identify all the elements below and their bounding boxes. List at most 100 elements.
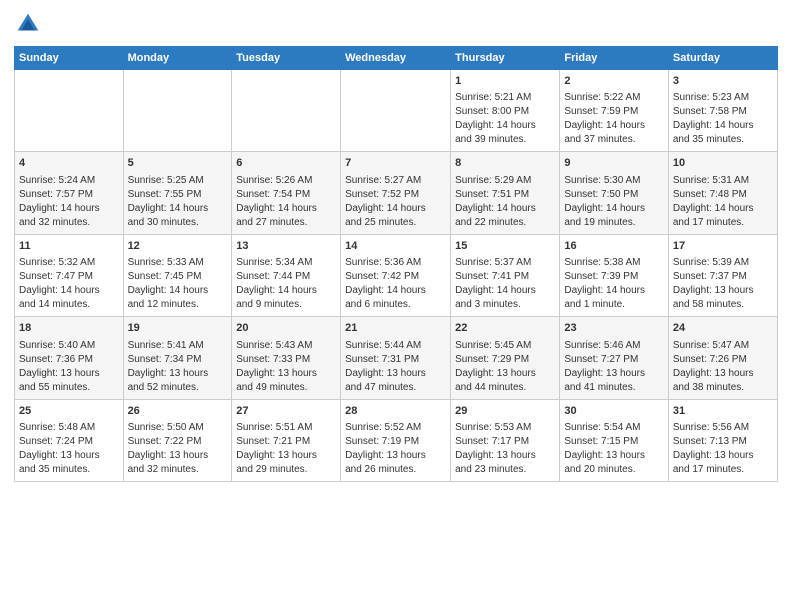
day-info-line: Sunset: 7:52 PM [345,188,446,202]
day-number: 19 [128,321,228,336]
day-number: 11 [19,239,119,254]
day-info-line: Sunset: 7:17 PM [455,435,555,449]
day-number: 25 [19,404,119,419]
day-info-line: Sunset: 7:33 PM [236,353,336,367]
day-cell: 2 Sunrise: 5:22 AMSunset: 7:59 PMDaylight… [560,70,669,152]
day-info-line: Sunrise: 5:29 AM [455,174,555,188]
day-info-line: Sunrise: 5:51 AM [236,421,336,435]
week-row-4: 18Sunrise: 5:40 AMSunset: 7:36 PMDayligh… [15,317,778,399]
day-cell: 26Sunrise: 5:50 AMSunset: 7:22 PMDayligh… [123,399,232,481]
day-info-line: Sunrise: 5:23 AM [673,91,773,105]
header-row: SundayMondayTuesdayWednesdayThursdayFrid… [15,47,778,70]
day-info-line: Sunset: 7:31 PM [345,353,446,367]
day-info-line: Daylight: 14 hours [345,284,446,298]
day-number: 10 [673,156,773,171]
day-cell: 16Sunrise: 5:38 AMSunset: 7:39 PMDayligh… [560,234,669,316]
day-number: 14 [345,239,446,254]
day-info-line: Sunset: 7:26 PM [673,353,773,367]
logo-icon [14,10,42,38]
day-cell: 3Sunrise: 5:23 AMSunset: 7:58 PMDaylight… [668,70,777,152]
day-info-line: Sunset: 7:27 PM [564,353,664,367]
day-info-line: and 12 minutes. [128,298,228,312]
header-cell-monday: Monday [123,47,232,70]
day-info-line: Sunset: 7:54 PM [236,188,336,202]
day-number: 15 [455,239,555,254]
day-info-line: and 23 minutes. [455,463,555,477]
day-info-line: Sunrise: 5:39 AM [673,256,773,270]
day-info-line: Sunset: 7:55 PM [128,188,228,202]
day-info-line: and 17 minutes. [673,463,773,477]
day-number: 7 [345,156,446,171]
day-cell: 10Sunrise: 5:31 AMSunset: 7:48 PMDayligh… [668,152,777,234]
day-info-line: Daylight: 13 hours [673,367,773,381]
day-info-line: Sunset: 7:44 PM [236,270,336,284]
day-info-line: and 41 minutes. [564,381,664,395]
day-cell: 9Sunrise: 5:30 AMSunset: 7:50 PMDaylight… [560,152,669,234]
day-info-line: Daylight: 14 hours [455,119,555,133]
day-cell: 27Sunrise: 5:51 AMSunset: 7:21 PMDayligh… [232,399,341,481]
day-info-line: Sunrise: 5:26 AM [236,174,336,188]
day-cell: 8Sunrise: 5:29 AMSunset: 7:51 PMDaylight… [451,152,560,234]
day-number: 1 [455,74,555,89]
day-number: 3 [673,74,773,89]
day-info-line: Daylight: 13 hours [455,449,555,463]
day-number: 22 [455,321,555,336]
day-info-line: Sunrise: 5:48 AM [19,421,119,435]
day-info-line: and 29 minutes. [236,463,336,477]
day-info-line: Daylight: 14 hours [236,202,336,216]
day-cell [341,70,451,152]
day-number: 13 [236,239,336,254]
day-info-line: Sunset: 7:15 PM [564,435,664,449]
day-info-line: and 37 minutes. [564,133,664,147]
day-number: 2 [564,74,664,89]
day-info-line: and 27 minutes. [236,216,336,230]
day-number: 6 [236,156,336,171]
day-number: 29 [455,404,555,419]
day-info-line: Sunset: 8:00 PM [455,105,555,119]
day-info-line: Sunset: 7:34 PM [128,353,228,367]
day-cell: 7Sunrise: 5:27 AMSunset: 7:52 PMDaylight… [341,152,451,234]
day-info-line: Sunrise: 5:50 AM [128,421,228,435]
day-info-line: Sunset: 7:58 PM [673,105,773,119]
day-info-line: Sunrise: 5:52 AM [345,421,446,435]
day-cell: 30Sunrise: 5:54 AMSunset: 7:15 PMDayligh… [560,399,669,481]
day-number: 26 [128,404,228,419]
day-info-line: Sunset: 7:59 PM [564,105,664,119]
day-info-line: Daylight: 14 hours [455,284,555,298]
calendar-body: 1Sunrise: 5:21 AMSunset: 8:00 PMDaylight… [15,70,778,482]
day-info-line: Sunrise: 5:56 AM [673,421,773,435]
day-info-line: Sunset: 7:39 PM [564,270,664,284]
day-number: 4 [19,156,119,171]
day-number: 17 [673,239,773,254]
day-info-line: and 44 minutes. [455,381,555,395]
day-info-line: Sunset: 7:19 PM [345,435,446,449]
day-info-line: Daylight: 14 hours [564,119,664,133]
calendar-table: SundayMondayTuesdayWednesdayThursdayFrid… [14,46,778,482]
day-info-line: Daylight: 14 hours [128,202,228,216]
day-info-line: and 3 minutes. [455,298,555,312]
day-info-line: Daylight: 13 hours [19,449,119,463]
day-info-line: Sunrise: 5:22 AM [564,91,664,105]
day-cell: 20Sunrise: 5:43 AMSunset: 7:33 PMDayligh… [232,317,341,399]
day-info-line: Daylight: 13 hours [564,367,664,381]
day-info-line: Daylight: 14 hours [345,202,446,216]
logo [14,10,46,38]
header-cell-saturday: Saturday [668,47,777,70]
day-number: 31 [673,404,773,419]
day-info-line: Sunset: 7:41 PM [455,270,555,284]
day-cell: 29Sunrise: 5:53 AMSunset: 7:17 PMDayligh… [451,399,560,481]
week-row-1: 1Sunrise: 5:21 AMSunset: 8:00 PMDaylight… [15,70,778,152]
header-cell-sunday: Sunday [15,47,124,70]
day-info-line: and 17 minutes. [673,216,773,230]
day-info-line: Sunset: 7:21 PM [236,435,336,449]
day-info-line: Sunset: 7:29 PM [455,353,555,367]
day-info-line: and 25 minutes. [345,216,446,230]
day-info-line: Sunset: 7:42 PM [345,270,446,284]
day-cell: 17Sunrise: 5:39 AMSunset: 7:37 PMDayligh… [668,234,777,316]
day-info-line: and 14 minutes. [19,298,119,312]
day-cell: 1Sunrise: 5:21 AMSunset: 8:00 PMDaylight… [451,70,560,152]
day-info-line: Daylight: 13 hours [673,284,773,298]
day-info-line: and 47 minutes. [345,381,446,395]
day-info-line: Sunrise: 5:24 AM [19,174,119,188]
day-number: 18 [19,321,119,336]
